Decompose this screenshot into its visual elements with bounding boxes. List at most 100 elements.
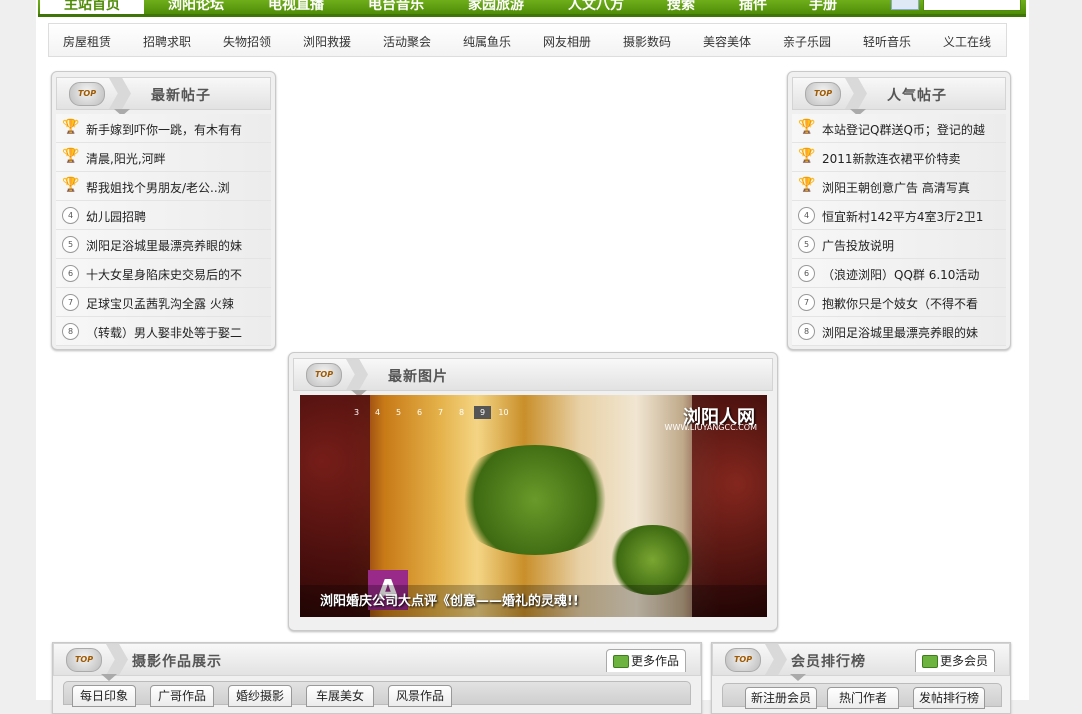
sub-nav-item[interactable]: 轻听音乐: [863, 33, 911, 50]
pager-button[interactable]: 10: [495, 406, 512, 419]
post-link[interactable]: 清晨,阳光,河畔: [86, 150, 271, 167]
list-item[interactable]: 8 浏阳足浴城里最漂亮养眼的妹: [792, 317, 1006, 346]
sub-nav-item[interactable]: 美容美体: [703, 33, 751, 50]
sub-nav-item[interactable]: 浏阳救援: [303, 33, 351, 50]
list-item[interactable]: 5 浏阳足浴城里最漂亮养眼的妹: [56, 230, 271, 259]
list-item[interactable]: 4 恒宜新村142平方4室3厅2卫1: [792, 201, 1006, 230]
bronze-trophy-icon: 🏆: [798, 177, 816, 193]
panel-title: 摄影作品展示: [132, 654, 222, 670]
header-arrow-decoration: [106, 644, 128, 675]
pager-button[interactable]: 7: [432, 406, 449, 419]
main-nav-item-manual[interactable]: 手册: [798, 0, 848, 14]
main-nav-item-radio[interactable]: 电台音乐: [356, 0, 436, 14]
main-nav-item-home[interactable]: 主站首页: [40, 0, 144, 14]
post-link[interactable]: 浏阳足浴城里最漂亮养眼的妹: [86, 237, 271, 254]
panel-header: TOP 人气帖子: [792, 77, 1006, 110]
post-link[interactable]: 幼儿园招聘: [86, 208, 271, 225]
tab-photo-category[interactable]: 每日印象: [72, 685, 136, 707]
silver-trophy-icon: 🏆: [798, 148, 816, 164]
list-item[interactable]: 7 足球宝贝孟茜乳沟全露 火辣: [56, 288, 271, 317]
search-input[interactable]: [923, 0, 1021, 11]
rank-number-icon: 7: [798, 294, 815, 311]
pager-button[interactable]: 6: [411, 406, 428, 419]
sub-nav-item[interactable]: 纯属鱼乐: [463, 33, 511, 50]
tab-photo-category[interactable]: 风景作品: [388, 685, 452, 707]
post-link[interactable]: 恒宜新村142平方4室3厅2卫1: [822, 208, 1007, 225]
post-link[interactable]: 帮我姐找个男朋友/老公..浏: [86, 179, 271, 196]
member-tabbar: 新注册会员 热门作者 发帖排行榜: [722, 683, 1002, 709]
post-link[interactable]: 广告投放说明: [822, 237, 1007, 254]
header-arrow-decoration: [765, 644, 787, 675]
sub-nav-item[interactable]: 亲子乐园: [783, 33, 831, 50]
post-link[interactable]: 十大女星身陷床史交易后的不: [86, 266, 271, 283]
more-works-label: 更多作品: [631, 654, 680, 668]
search-button[interactable]: [891, 0, 919, 10]
main-nav-item-plugins[interactable]: 插件: [728, 0, 778, 14]
post-link[interactable]: 新手嫁到吓你一跳，有木有有: [86, 121, 271, 138]
post-link[interactable]: 足球宝贝孟茜乳沟全露 火辣: [86, 295, 271, 312]
main-nav: 主站首页 浏阳论坛 电视直播 电台音乐 家园旅游 人文八方 搜索 插件 手册: [38, 0, 1026, 17]
sub-nav-item[interactable]: 网友相册: [543, 33, 591, 50]
tab-photo-category[interactable]: 广哥作品: [150, 685, 214, 707]
main-nav-item-travel[interactable]: 家园旅游: [456, 0, 536, 14]
panel-header: TOP 最新帖子: [56, 77, 271, 110]
top-badge-icon: TOP: [725, 648, 761, 672]
sub-nav-item[interactable]: 失物招领: [223, 33, 271, 50]
list-item[interactable]: 🏆 浏阳王朝创意广告 高清写真: [792, 172, 1006, 201]
list-item[interactable]: 6 （浪迹浏阳）QQ群 6.10活动: [792, 259, 1006, 288]
main-nav-item-culture[interactable]: 人文八方: [556, 0, 636, 14]
tab-photo-category[interactable]: 车展美女: [306, 685, 374, 707]
post-link[interactable]: 浏阳足浴城里最漂亮养眼的妹: [822, 324, 1007, 341]
more-members-button[interactable]: 更多会员: [915, 649, 996, 672]
tab-member-category[interactable]: 发帖排行榜: [913, 687, 985, 709]
sub-nav-item[interactable]: 义工在线: [943, 33, 991, 50]
pager-button-active[interactable]: 9: [474, 406, 491, 419]
pager-button[interactable]: 5: [390, 406, 407, 419]
post-link[interactable]: 2011新款连衣裙平价特卖: [822, 150, 1007, 167]
sub-nav-item[interactable]: 活动聚会: [383, 33, 431, 50]
pager-button[interactable]: 4: [369, 406, 386, 419]
list-item[interactable]: 4 幼儿园招聘: [56, 201, 271, 230]
list-item[interactable]: 6 十大女星身陷床史交易后的不: [56, 259, 271, 288]
hot-posts-list: 🏆 本站登记Q群送Q币；登记的越 🏆 2011新款连衣裙平价特卖 🏆 浏阳王朝创意广告…: [792, 114, 1006, 346]
pager-button[interactable]: 3: [348, 406, 365, 419]
photo-pager: 3 4 5 6 7 8 9 10: [348, 404, 516, 419]
panel-title: 最新帖子: [151, 88, 211, 104]
folder-icon: [922, 655, 938, 668]
photo-curtain-left: [300, 395, 370, 617]
more-works-button[interactable]: 更多作品: [606, 649, 687, 672]
main-nav-item-forum[interactable]: 浏阳论坛: [156, 0, 236, 14]
list-item[interactable]: 7 抱歉你只是个妓女（不得不看: [792, 288, 1006, 317]
rank-number-icon: 5: [798, 236, 815, 253]
list-item[interactable]: 🏆 本站登记Q群送Q币；登记的越: [792, 114, 1006, 143]
list-item[interactable]: 5 广告投放说明: [792, 230, 1006, 259]
header-arrow-decoration: [845, 78, 867, 109]
featured-photo[interactable]: A 3 4 5 6 7 8 9 10 浏阳人网 WWW.LIUYANGCC.COM 浏阳婚庆公…: [300, 395, 767, 617]
silver-trophy-icon: 🏆: [62, 148, 80, 164]
folder-icon: [613, 655, 629, 668]
list-item[interactable]: 🏆 2011新款连衣裙平价特卖: [792, 143, 1006, 172]
tab-member-category[interactable]: 热门作者: [827, 687, 899, 709]
sub-nav-item[interactable]: 房屋租赁: [63, 33, 111, 50]
sub-nav-item[interactable]: 摄影数码: [623, 33, 671, 50]
tab-member-category[interactable]: 新注册会员: [745, 687, 817, 709]
list-item[interactable]: 🏆 清晨,阳光,河畔: [56, 143, 271, 172]
rank-number-icon: 8: [798, 323, 815, 340]
post-link[interactable]: 抱歉你只是个妓女（不得不看: [822, 295, 1007, 312]
list-item[interactable]: 🏆 新手嫁到吓你一跳，有木有有: [56, 114, 271, 143]
photo-caption[interactable]: 浏阳婚庆公司大点评《创意——婚礼的灵魂!!: [320, 590, 579, 609]
panel-title: 人气帖子: [887, 88, 947, 104]
list-item[interactable]: 🏆 帮我姐找个男朋友/老公..浏: [56, 172, 271, 201]
sub-nav-item[interactable]: 招聘求职: [143, 33, 191, 50]
rank-number-icon: 4: [62, 207, 79, 224]
main-nav-item-search[interactable]: 搜索: [656, 0, 706, 14]
post-link[interactable]: 本站登记Q群送Q币；登记的越: [822, 121, 1007, 138]
main-nav-item-tv[interactable]: 电视直播: [256, 0, 336, 14]
post-link[interactable]: 浏阳王朝创意广告 高清写真: [822, 179, 1007, 196]
pager-button[interactable]: 8: [453, 406, 470, 419]
list-item[interactable]: 8 （转载）男人娶非处等于娶二: [56, 317, 271, 346]
tab-photo-category[interactable]: 婚纱摄影: [228, 685, 292, 707]
post-link[interactable]: （浪迹浏阳）QQ群 6.10活动: [822, 266, 1007, 283]
rank-number-icon: 5: [62, 236, 79, 253]
post-link[interactable]: （转载）男人娶非处等于娶二: [86, 324, 271, 341]
